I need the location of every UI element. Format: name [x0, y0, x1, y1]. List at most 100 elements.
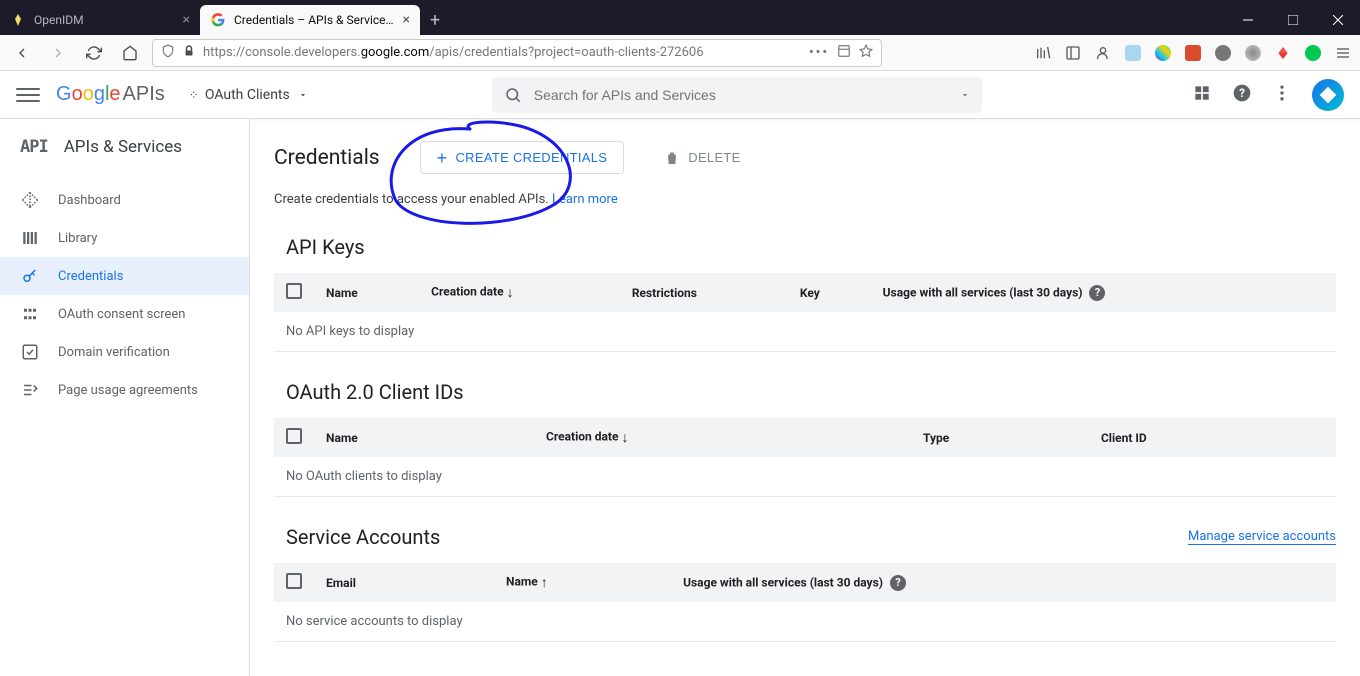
select-all-checkbox[interactable] [286, 573, 302, 589]
kebab-icon[interactable] [1272, 83, 1292, 107]
url-bar[interactable]: https://console.developers.google.com/ap… [152, 39, 882, 67]
hamburger-icon[interactable] [16, 83, 40, 107]
page-header: Credentials + CREATE CREDENTIALS DELETE [274, 119, 1336, 192]
menu-icon[interactable] [1334, 44, 1352, 62]
pocket-icon[interactable] [1064, 44, 1082, 62]
google-favicon-icon [210, 12, 226, 28]
col-email[interactable]: Email [314, 563, 494, 602]
library-icon[interactable] [1034, 44, 1052, 62]
ext-icon[interactable] [1304, 44, 1322, 62]
project-picker[interactable]: ⁘ OAuth Clients [181, 83, 316, 107]
help-icon[interactable]: ? [890, 575, 906, 591]
col-usage[interactable]: Usage with all services (last 30 days) ? [671, 563, 1336, 602]
col-name[interactable]: Name [314, 273, 419, 312]
delete-button[interactable]: DELETE [664, 150, 740, 166]
sidebar-item-label: Credentials [58, 269, 123, 284]
google-apis-logo[interactable]: Google APIs [56, 83, 165, 106]
subtext: Create credentials to access your enable… [274, 192, 1336, 207]
forward-button[interactable] [44, 39, 72, 67]
close-icon[interactable]: × [403, 12, 410, 28]
col-creation[interactable]: Creation date ↓ [419, 273, 620, 312]
sidebar-item-label: Domain verification [58, 345, 170, 360]
col-name[interactable]: Name ↑ [494, 563, 671, 602]
verify-icon [20, 343, 40, 361]
search-box[interactable] [492, 77, 982, 113]
back-button[interactable] [8, 39, 36, 67]
svg-text:?: ? [1239, 86, 1245, 100]
search-input[interactable] [534, 87, 948, 103]
sidebar-item-agreements[interactable]: Page usage agreements [0, 371, 249, 409]
url-text: https://console.developers.google.com/ap… [203, 45, 801, 60]
account-icon[interactable] [1094, 44, 1112, 62]
openidm-favicon-icon [10, 12, 26, 28]
ext-icon[interactable] [1274, 44, 1292, 62]
help-icon[interactable]: ? [1232, 83, 1252, 107]
meatball-icon[interactable]: ••• [809, 45, 829, 60]
section-title: Service Accounts [286, 525, 440, 549]
sidebar-header: API APIs & Services [0, 119, 249, 175]
col-restrictions[interactable]: Restrictions [620, 273, 788, 312]
library-icon [20, 229, 40, 247]
sidebar-item-label: OAuth consent screen [58, 307, 185, 322]
col-clientid[interactable]: Client ID [1089, 418, 1336, 457]
chevron-down-icon [298, 90, 308, 100]
sidebar-item-consent[interactable]: OAuth consent screen [0, 295, 249, 333]
sort-asc-icon: ↑ [541, 575, 548, 591]
select-all-checkbox[interactable] [286, 428, 302, 444]
window-controls [1225, 5, 1360, 35]
gifts-icon[interactable] [1192, 83, 1212, 107]
col-name[interactable]: Name [314, 418, 534, 457]
ext-icon[interactable] [1244, 44, 1262, 62]
ext-icon[interactable] [1124, 44, 1142, 62]
page-title: Credentials [274, 146, 380, 170]
avatar[interactable] [1312, 79, 1344, 111]
api-logo-icon: API [20, 137, 48, 157]
section-title: API Keys [274, 235, 1336, 259]
oauth-table: Name Creation date ↓ Type Client ID No O… [274, 418, 1336, 497]
sort-desc-icon: ↓ [621, 430, 628, 446]
service-accounts-table: Email Name ↑ Usage with all services (la… [274, 563, 1336, 642]
reader-icon[interactable] [837, 44, 851, 62]
select-all-checkbox[interactable] [286, 283, 302, 299]
dashboard-icon [20, 191, 40, 209]
help-icon[interactable]: ? [1089, 285, 1105, 301]
section-service-accounts: Service Accounts Manage service accounts… [274, 525, 1336, 642]
close-icon[interactable]: × [183, 12, 190, 28]
project-icon: ⁘ [189, 88, 197, 102]
section-api-keys: API Keys Name Creation date ↓ Restrictio… [274, 235, 1336, 352]
empty-row: No service accounts to display [274, 602, 1336, 642]
browser-tab-strip: OpenIDM × Credentials – APIs & Services … [0, 0, 1360, 35]
manage-service-accounts-link[interactable]: Manage service accounts [1188, 529, 1336, 545]
agreements-icon [20, 381, 40, 399]
sidebar-item-credentials[interactable]: Credentials [0, 257, 249, 295]
ext-icon[interactable] [1214, 44, 1232, 62]
reload-button[interactable] [80, 39, 108, 67]
sidebar-item-domain[interactable]: Domain verification [0, 333, 249, 371]
browser-tab-openidm[interactable]: OpenIDM × [0, 5, 200, 35]
trash-icon [664, 150, 680, 166]
header-right: ? [1192, 79, 1344, 111]
col-key[interactable]: Key [788, 273, 871, 312]
project-name: OAuth Clients [205, 87, 290, 103]
sidebar-item-dashboard[interactable]: Dashboard [0, 181, 249, 219]
col-type[interactable]: Type [911, 418, 1089, 457]
ext-icon[interactable] [1184, 44, 1202, 62]
lock-icon [183, 44, 195, 62]
chevron-down-icon[interactable] [960, 90, 970, 100]
sidebar-item-library[interactable]: Library [0, 219, 249, 257]
ext-icon[interactable] [1154, 44, 1172, 62]
minimize-button[interactable] [1225, 5, 1270, 35]
new-tab-button[interactable]: + [420, 5, 450, 35]
learn-more-link[interactable]: Learn more [552, 192, 618, 207]
col-creation[interactable]: Creation date ↓ [534, 418, 911, 457]
col-usage[interactable]: Usage with all services (last 30 days) ? [871, 273, 1336, 312]
browser-tab-credentials[interactable]: Credentials – APIs & Services – × [200, 5, 420, 35]
home-button[interactable] [116, 39, 144, 67]
key-icon [20, 267, 40, 285]
star-icon[interactable] [859, 44, 873, 62]
empty-row: No OAuth clients to display [274, 457, 1336, 497]
api-keys-table: Name Creation date ↓ Restrictions Key Us… [274, 273, 1336, 352]
maximize-button[interactable] [1270, 5, 1315, 35]
create-credentials-button[interactable]: + CREATE CREDENTIALS [420, 141, 625, 174]
close-window-button[interactable] [1315, 5, 1360, 35]
